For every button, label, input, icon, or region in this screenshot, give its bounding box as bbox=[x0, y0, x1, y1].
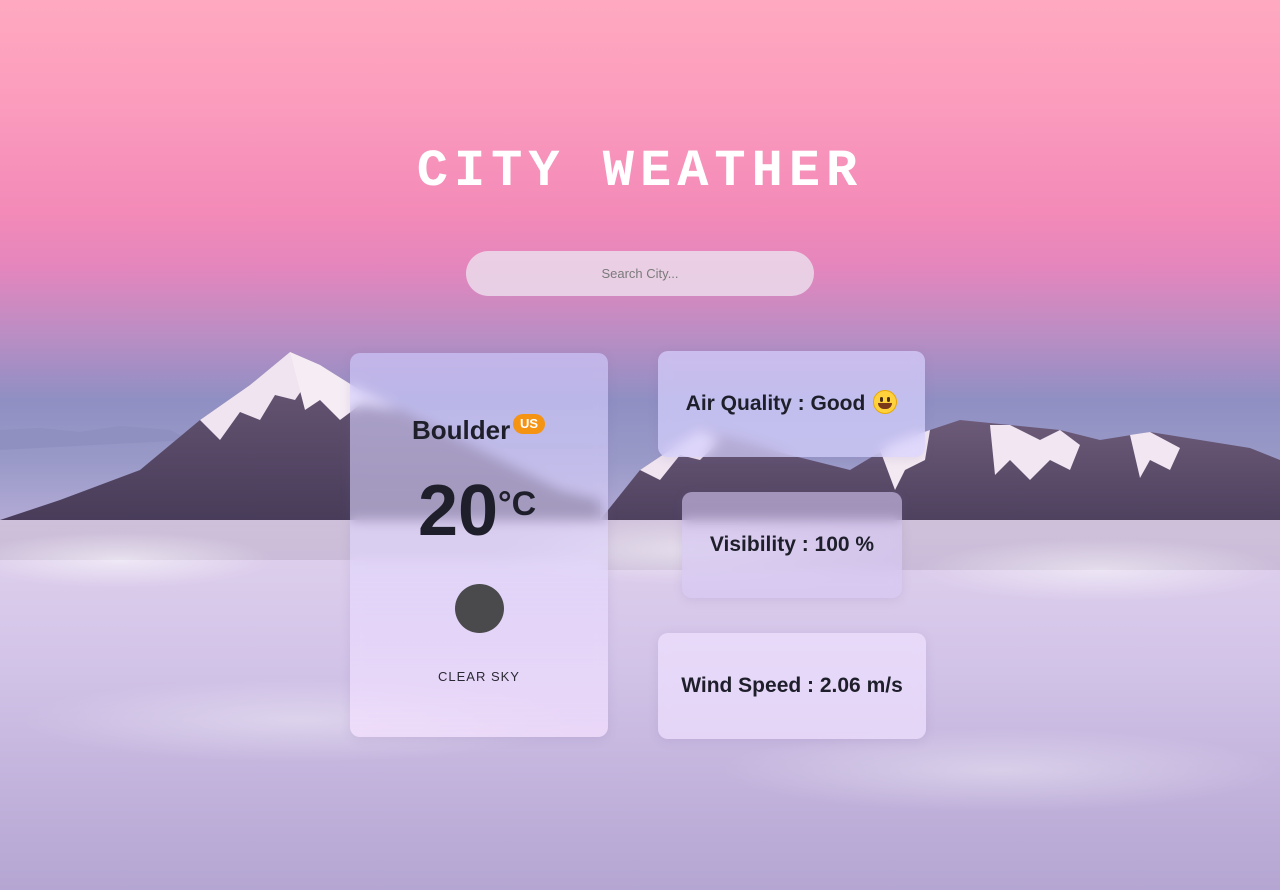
page-title: CITY WEATHER bbox=[416, 142, 864, 201]
visibility-card: Visibility : 100 % bbox=[682, 492, 902, 598]
city-name: Boulder bbox=[412, 415, 511, 445]
temperature-value: 20 bbox=[418, 471, 499, 551]
weather-condition-icon bbox=[455, 584, 504, 633]
weather-card: Boulder US 20 °C CLEAR SKY bbox=[350, 353, 608, 737]
grinning-face-icon bbox=[873, 390, 898, 414]
air-quality-card: Air Quality : Good bbox=[658, 351, 925, 457]
air-quality-text: Air Quality : Good bbox=[685, 392, 866, 415]
weather-description: CLEAR SKY bbox=[438, 669, 520, 684]
temperature-unit: °C bbox=[498, 485, 537, 523]
wind-speed-card: Wind Speed : 2.06 m/s bbox=[658, 633, 926, 739]
wind-speed-text: Wind Speed : 2.06 m/s bbox=[681, 674, 903, 697]
search-input[interactable] bbox=[466, 251, 814, 296]
visibility-text: Visibility : 100 % bbox=[709, 533, 875, 556]
country-badge: US bbox=[513, 414, 546, 434]
page-content: CITY WEATHER Boulder US 20 °C CLEAR SKY … bbox=[0, 0, 1280, 890]
